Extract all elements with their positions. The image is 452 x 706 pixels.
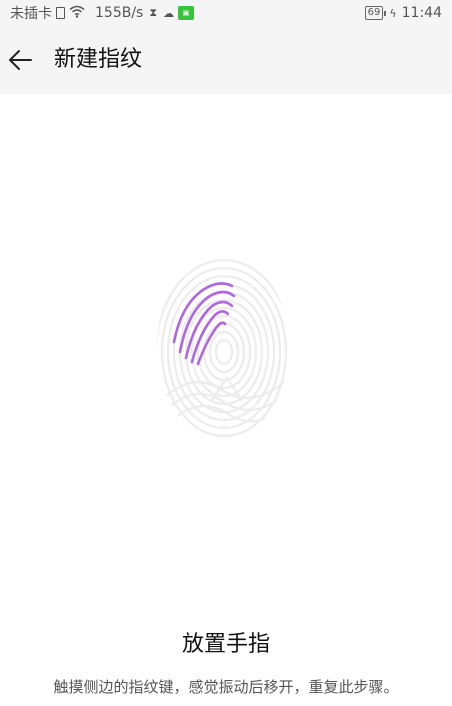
battery-icon: 69: [364, 6, 384, 20]
arrow-left-icon: [9, 50, 32, 70]
carrier-text: 未插卡: [10, 6, 52, 22]
status-left: 未插卡 155B/s ⧗ ☁ ▣: [10, 0, 195, 26]
fingerprint-graphic: [152, 250, 294, 444]
back-button[interactable]: [0, 40, 40, 80]
clock: 11:44: [401, 5, 442, 21]
battery-level: 69: [367, 7, 381, 18]
instruction-title: 放置手指: [181, 632, 270, 657]
sim-card-icon: [56, 7, 65, 19]
status-bar: 未插卡 155B/s ⧗ ☁ ▣ 69 ϟ 11:44: [0, 0, 452, 26]
network-speed: 155B/s: [95, 5, 144, 21]
app-bar: 新建指纹: [0, 26, 452, 94]
status-right: 69 ϟ 11:44: [364, 0, 442, 26]
fingerprint-icon: [157, 258, 289, 440]
screen: 未插卡 155B/s ⧗ ☁ ▣ 69 ϟ 11:44 新建指纹 放置手指 触摸…: [0, 0, 452, 706]
cloud-icon: ☁: [163, 6, 175, 20]
battery-tip: [384, 10, 387, 16]
wifi-icon: [69, 5, 85, 22]
green-app-icon: ▣: [178, 6, 195, 20]
charging-bolt-icon: ϟ: [389, 6, 397, 20]
page-title: 新建指纹: [54, 47, 143, 72]
hourglass-icon: ⧗: [149, 6, 158, 19]
instruction-text: 触摸侧边的指纹键，感觉振动后移开，重复此步骤。: [53, 678, 399, 696]
